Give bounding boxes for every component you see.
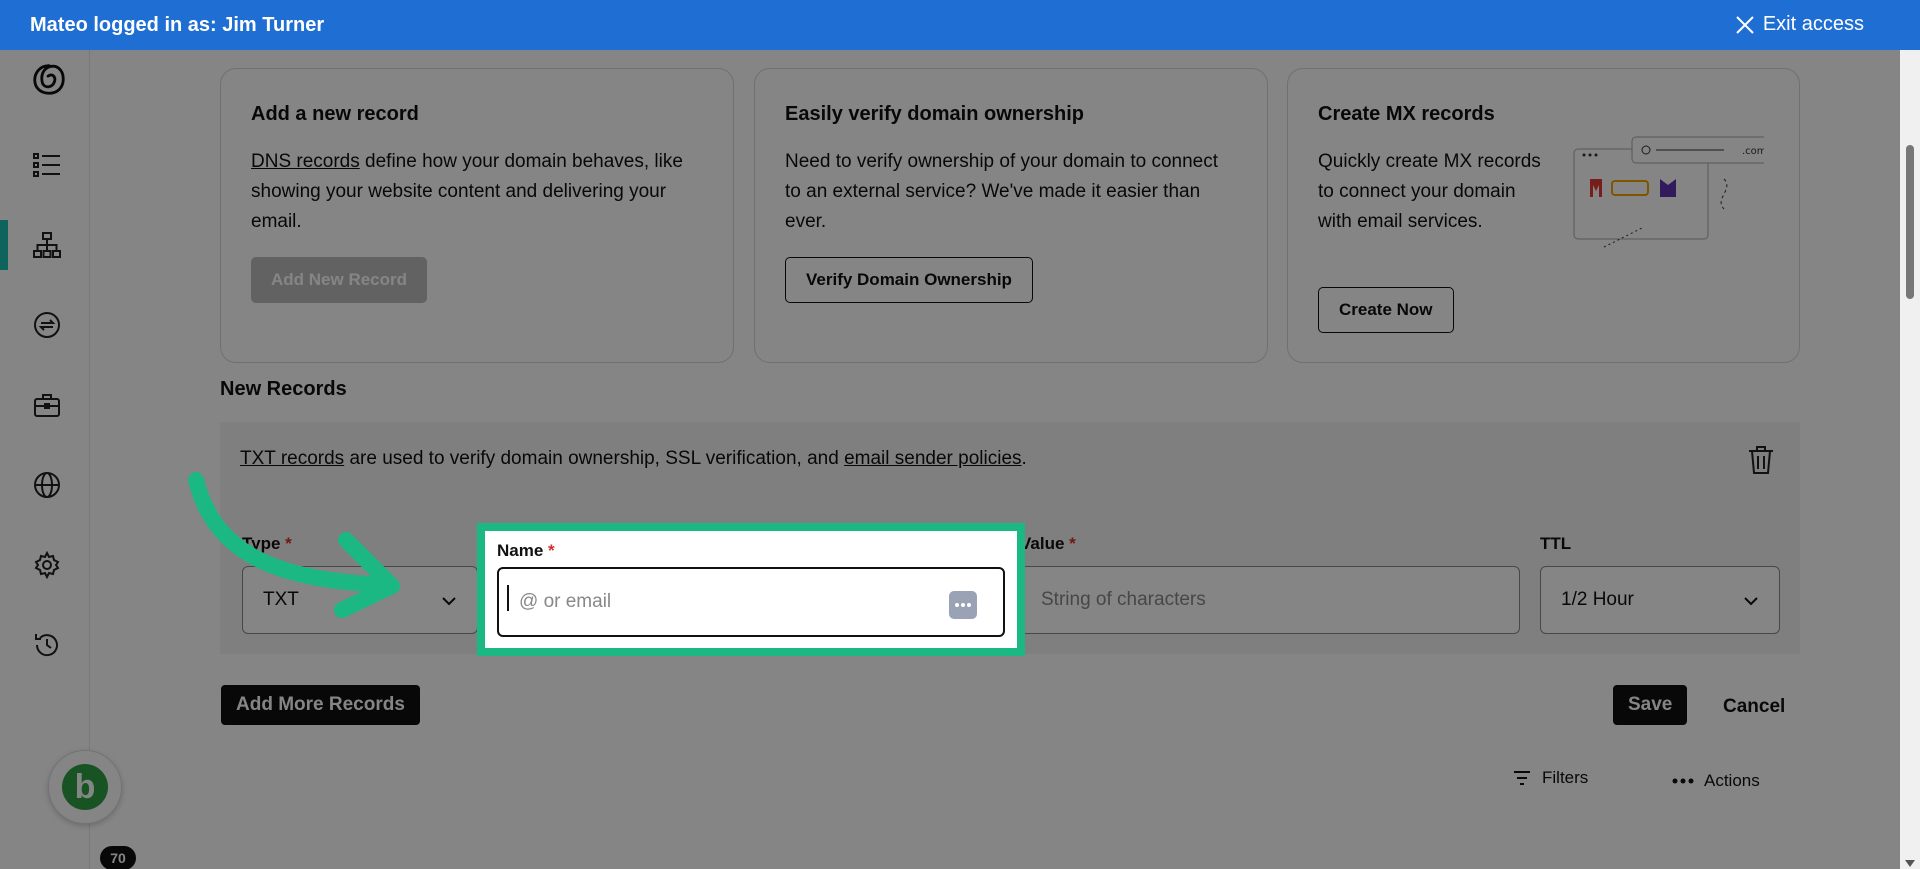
name-field-highlight: Name * @ or email [477, 523, 1025, 656]
name-placeholder: @ or email [519, 591, 612, 612]
password-manager-icon[interactable] [949, 591, 977, 619]
scroll-down-icon[interactable] [1905, 860, 1915, 867]
name-input[interactable]: @ or email [497, 567, 1005, 637]
logged-in-text: Mateo logged in as: Jim Turner [30, 13, 325, 36]
tutorial-overlay [0, 50, 1900, 869]
scrollbar[interactable] [1900, 50, 1920, 869]
scrollbar-thumb[interactable] [1906, 145, 1914, 299]
impersonation-banner: Mateo logged in as: Jim Turner Exit acce… [0, 0, 1920, 50]
exit-access-button[interactable]: Exit access [1735, 13, 1864, 36]
text-cursor [507, 585, 509, 611]
arrow-icon [188, 472, 400, 618]
close-icon [1736, 15, 1754, 34]
name-label: Name * [497, 541, 555, 560]
exit-access-label: Exit access [1762, 13, 1864, 35]
